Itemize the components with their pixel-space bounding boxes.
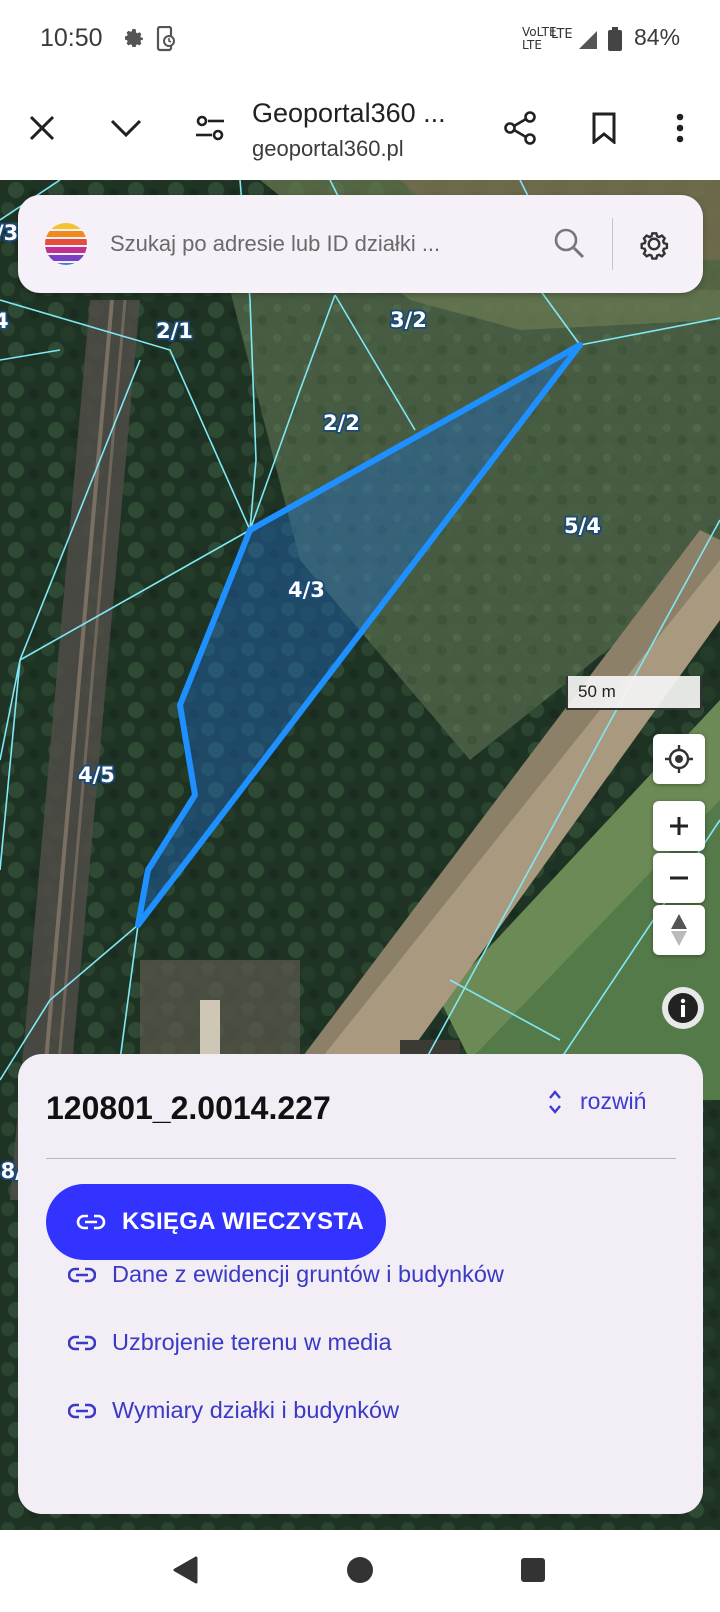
parcel-label[interactable]: 4 (0, 307, 10, 335)
settings-gear-icon (122, 26, 146, 55)
phone-sync-icon (155, 25, 177, 57)
page-title: Geoportal360 ... (252, 98, 446, 128)
recents-square-icon (521, 1558, 545, 1582)
page-url[interactable]: geoportal360.pl (252, 136, 404, 162)
close-icon (29, 115, 55, 141)
link-utilities[interactable]: Uzbrojenie terenu w media (68, 1329, 392, 1356)
home-button[interactable] (346, 1556, 374, 1589)
logo-icon (44, 222, 88, 271)
zoom-in-button[interactable] (653, 801, 705, 851)
info-icon (668, 993, 698, 1023)
parcel-label[interactable]: 3/2 (388, 306, 428, 334)
parcel-label[interactable]: 5/4 (562, 512, 602, 540)
browser-toolbar: Geoportal360 ... geoportal360.pl (0, 80, 720, 180)
link-label: Dane z ewidencji gruntów i budynków (112, 1261, 504, 1287)
parcel-id: 120801_2.0014.227 (46, 1090, 331, 1126)
parcel-label[interactable]: 2/2 (321, 409, 361, 437)
my-location-icon (665, 745, 693, 773)
locate-button[interactable] (653, 734, 705, 784)
share-button[interactable] (490, 98, 550, 158)
battery-icon (608, 27, 622, 56)
link-land-registry-data[interactable]: Dane z ewidencji gruntów i budynków (68, 1261, 504, 1288)
tune-icon (196, 115, 224, 141)
back-button[interactable] (172, 1556, 198, 1589)
parcel-label[interactable]: 4/3 (286, 576, 326, 604)
link-icon (68, 1403, 96, 1418)
signal-icon (578, 30, 598, 55)
expand-button[interactable]: rozwiń (548, 1088, 646, 1115)
minimize-button[interactable] (96, 98, 156, 158)
search-icon (554, 228, 585, 259)
link-label: Wymiary działki i budynków (112, 1397, 400, 1423)
home-circle-icon (347, 1557, 373, 1583)
chevron-down-icon (110, 119, 142, 138)
link-label: Uzbrojenie terenu w media (112, 1329, 392, 1355)
back-triangle-icon (173, 1556, 198, 1584)
search-input[interactable] (110, 224, 510, 264)
site-settings-button[interactable] (180, 98, 240, 158)
recents-button[interactable] (520, 1557, 546, 1588)
zoom-out-button[interactable] (653, 853, 705, 903)
search-divider (612, 218, 613, 270)
share-icon (504, 111, 536, 145)
scale-label: 50 m (578, 682, 616, 701)
link-icon (68, 1335, 96, 1350)
settings-button[interactable] (636, 226, 672, 267)
map-scale: 50 m (566, 676, 702, 710)
link-icon (68, 1267, 96, 1282)
lte-label: LTE (551, 27, 573, 42)
unfold-more-icon (549, 1089, 561, 1114)
status-bar: 10:50 Vo​LTE LTE LTE 84% (0, 0, 720, 80)
compass-button[interactable] (653, 905, 705, 955)
bookmark-button[interactable] (574, 98, 634, 158)
land-register-label: KSIĘGA WIECZYSTA (122, 1208, 365, 1235)
lte-text: LTE (522, 38, 542, 52)
status-time: 10:50 (40, 24, 103, 52)
expand-label: rozwiń (580, 1088, 647, 1114)
link-icon (76, 1214, 106, 1230)
compass-icon (671, 914, 687, 946)
gear-icon (640, 232, 669, 260)
search-button[interactable] (552, 226, 586, 265)
battery-level: 84% (634, 24, 681, 50)
more-options-button[interactable] (650, 98, 710, 158)
bookmark-icon (592, 112, 616, 144)
land-register-button[interactable]: KSIĘGA WIECZYSTA (46, 1184, 386, 1260)
parcel-label[interactable]: 4/5 (76, 761, 116, 789)
info-button[interactable] (662, 987, 704, 1029)
divider (46, 1158, 676, 1159)
link-dimensions[interactable]: Wymiary działki i budynków (68, 1397, 399, 1424)
parcel-label[interactable]: 2/1 (154, 317, 194, 345)
close-tab-button[interactable] (12, 98, 72, 158)
more-vertical-icon (676, 113, 684, 143)
parcel-label[interactable]: /3 (0, 219, 20, 247)
minus-icon (670, 876, 688, 880)
system-nav-bar (0, 1530, 720, 1612)
parcel-info-sheet: 120801_2.0014.227 rozwiń KSIĘGA WIECZYST… (18, 1054, 703, 1514)
plus-icon (670, 817, 688, 835)
